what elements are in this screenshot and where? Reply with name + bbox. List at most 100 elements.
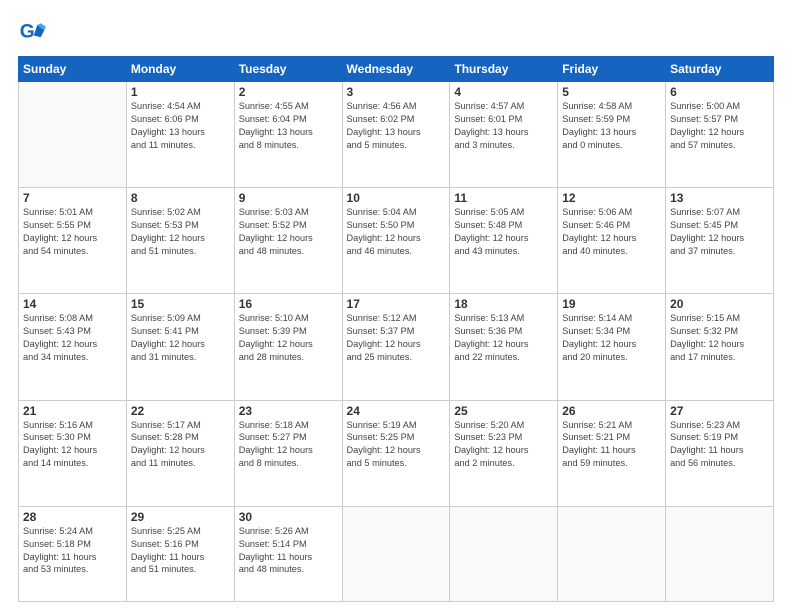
calendar-cell: 28Sunrise: 5:24 AMSunset: 5:18 PMDayligh… — [19, 506, 127, 601]
calendar-cell — [19, 82, 127, 188]
calendar-week-2: 7Sunrise: 5:01 AMSunset: 5:55 PMDaylight… — [19, 188, 774, 294]
day-info: Sunrise: 5:10 AMSunset: 5:39 PMDaylight:… — [239, 312, 338, 364]
calendar-cell: 5Sunrise: 4:58 AMSunset: 5:59 PMDaylight… — [558, 82, 666, 188]
calendar-cell: 11Sunrise: 5:05 AMSunset: 5:48 PMDayligh… — [450, 188, 558, 294]
day-info: Sunrise: 5:01 AMSunset: 5:55 PMDaylight:… — [23, 206, 122, 258]
day-info: Sunrise: 5:13 AMSunset: 5:36 PMDaylight:… — [454, 312, 553, 364]
day-number: 13 — [670, 191, 769, 205]
weekday-header-thursday: Thursday — [450, 57, 558, 82]
calendar-cell: 12Sunrise: 5:06 AMSunset: 5:46 PMDayligh… — [558, 188, 666, 294]
day-info: Sunrise: 5:15 AMSunset: 5:32 PMDaylight:… — [670, 312, 769, 364]
day-number: 7 — [23, 191, 122, 205]
day-info: Sunrise: 5:12 AMSunset: 5:37 PMDaylight:… — [347, 312, 446, 364]
day-info: Sunrise: 5:09 AMSunset: 5:41 PMDaylight:… — [131, 312, 230, 364]
calendar-cell: 18Sunrise: 5:13 AMSunset: 5:36 PMDayligh… — [450, 294, 558, 400]
calendar-cell: 21Sunrise: 5:16 AMSunset: 5:30 PMDayligh… — [19, 400, 127, 506]
calendar-cell — [450, 506, 558, 601]
day-number: 9 — [239, 191, 338, 205]
day-number: 23 — [239, 404, 338, 418]
weekday-header-monday: Monday — [126, 57, 234, 82]
day-info: Sunrise: 5:14 AMSunset: 5:34 PMDaylight:… — [562, 312, 661, 364]
day-number: 29 — [131, 510, 230, 524]
weekday-header-tuesday: Tuesday — [234, 57, 342, 82]
calendar-cell — [558, 506, 666, 601]
day-info: Sunrise: 4:56 AMSunset: 6:02 PMDaylight:… — [347, 100, 446, 152]
calendar-week-1: 1Sunrise: 4:54 AMSunset: 6:06 PMDaylight… — [19, 82, 774, 188]
day-info: Sunrise: 5:02 AMSunset: 5:53 PMDaylight:… — [131, 206, 230, 258]
calendar-cell — [342, 506, 450, 601]
day-number: 10 — [347, 191, 446, 205]
logo: G — [18, 18, 50, 46]
day-info: Sunrise: 5:17 AMSunset: 5:28 PMDaylight:… — [131, 419, 230, 471]
day-number: 16 — [239, 297, 338, 311]
day-number: 12 — [562, 191, 661, 205]
day-number: 27 — [670, 404, 769, 418]
day-number: 18 — [454, 297, 553, 311]
day-number: 8 — [131, 191, 230, 205]
day-number: 4 — [454, 85, 553, 99]
day-number: 6 — [670, 85, 769, 99]
day-number: 28 — [23, 510, 122, 524]
day-number: 15 — [131, 297, 230, 311]
day-info: Sunrise: 5:18 AMSunset: 5:27 PMDaylight:… — [239, 419, 338, 471]
svg-text:G: G — [20, 21, 35, 42]
calendar-cell: 10Sunrise: 5:04 AMSunset: 5:50 PMDayligh… — [342, 188, 450, 294]
calendar-cell: 15Sunrise: 5:09 AMSunset: 5:41 PMDayligh… — [126, 294, 234, 400]
day-number: 30 — [239, 510, 338, 524]
day-number: 3 — [347, 85, 446, 99]
day-info: Sunrise: 5:04 AMSunset: 5:50 PMDaylight:… — [347, 206, 446, 258]
calendar-cell: 14Sunrise: 5:08 AMSunset: 5:43 PMDayligh… — [19, 294, 127, 400]
weekday-header-friday: Friday — [558, 57, 666, 82]
weekday-header-sunday: Sunday — [19, 57, 127, 82]
header: G — [18, 18, 774, 46]
calendar-cell: 24Sunrise: 5:19 AMSunset: 5:25 PMDayligh… — [342, 400, 450, 506]
calendar-week-3: 14Sunrise: 5:08 AMSunset: 5:43 PMDayligh… — [19, 294, 774, 400]
calendar-cell: 1Sunrise: 4:54 AMSunset: 6:06 PMDaylight… — [126, 82, 234, 188]
day-number: 19 — [562, 297, 661, 311]
calendar-cell: 16Sunrise: 5:10 AMSunset: 5:39 PMDayligh… — [234, 294, 342, 400]
day-info: Sunrise: 5:06 AMSunset: 5:46 PMDaylight:… — [562, 206, 661, 258]
weekday-header-saturday: Saturday — [666, 57, 774, 82]
calendar-cell: 6Sunrise: 5:00 AMSunset: 5:57 PMDaylight… — [666, 82, 774, 188]
calendar-cell: 17Sunrise: 5:12 AMSunset: 5:37 PMDayligh… — [342, 294, 450, 400]
calendar-cell: 27Sunrise: 5:23 AMSunset: 5:19 PMDayligh… — [666, 400, 774, 506]
calendar-cell: 23Sunrise: 5:18 AMSunset: 5:27 PMDayligh… — [234, 400, 342, 506]
day-number: 5 — [562, 85, 661, 99]
weekday-header-wednesday: Wednesday — [342, 57, 450, 82]
calendar-cell: 9Sunrise: 5:03 AMSunset: 5:52 PMDaylight… — [234, 188, 342, 294]
calendar-week-4: 21Sunrise: 5:16 AMSunset: 5:30 PMDayligh… — [19, 400, 774, 506]
day-info: Sunrise: 5:07 AMSunset: 5:45 PMDaylight:… — [670, 206, 769, 258]
calendar-cell: 26Sunrise: 5:21 AMSunset: 5:21 PMDayligh… — [558, 400, 666, 506]
day-number: 24 — [347, 404, 446, 418]
calendar-table: SundayMondayTuesdayWednesdayThursdayFrid… — [18, 56, 774, 602]
weekday-header-row: SundayMondayTuesdayWednesdayThursdayFrid… — [19, 57, 774, 82]
calendar-cell: 7Sunrise: 5:01 AMSunset: 5:55 PMDaylight… — [19, 188, 127, 294]
day-info: Sunrise: 5:20 AMSunset: 5:23 PMDaylight:… — [454, 419, 553, 471]
calendar-cell — [666, 506, 774, 601]
day-info: Sunrise: 5:08 AMSunset: 5:43 PMDaylight:… — [23, 312, 122, 364]
day-number: 21 — [23, 404, 122, 418]
day-info: Sunrise: 4:55 AMSunset: 6:04 PMDaylight:… — [239, 100, 338, 152]
day-number: 2 — [239, 85, 338, 99]
calendar-cell: 20Sunrise: 5:15 AMSunset: 5:32 PMDayligh… — [666, 294, 774, 400]
day-number: 20 — [670, 297, 769, 311]
calendar-cell: 30Sunrise: 5:26 AMSunset: 5:14 PMDayligh… — [234, 506, 342, 601]
day-info: Sunrise: 5:05 AMSunset: 5:48 PMDaylight:… — [454, 206, 553, 258]
day-info: Sunrise: 4:58 AMSunset: 5:59 PMDaylight:… — [562, 100, 661, 152]
calendar-cell: 29Sunrise: 5:25 AMSunset: 5:16 PMDayligh… — [126, 506, 234, 601]
day-number: 14 — [23, 297, 122, 311]
day-info: Sunrise: 5:00 AMSunset: 5:57 PMDaylight:… — [670, 100, 769, 152]
calendar-cell: 13Sunrise: 5:07 AMSunset: 5:45 PMDayligh… — [666, 188, 774, 294]
calendar-cell: 25Sunrise: 5:20 AMSunset: 5:23 PMDayligh… — [450, 400, 558, 506]
day-info: Sunrise: 5:03 AMSunset: 5:52 PMDaylight:… — [239, 206, 338, 258]
day-number: 26 — [562, 404, 661, 418]
day-info: Sunrise: 5:19 AMSunset: 5:25 PMDaylight:… — [347, 419, 446, 471]
day-info: Sunrise: 5:25 AMSunset: 5:16 PMDaylight:… — [131, 525, 230, 577]
calendar-cell: 3Sunrise: 4:56 AMSunset: 6:02 PMDaylight… — [342, 82, 450, 188]
day-info: Sunrise: 5:16 AMSunset: 5:30 PMDaylight:… — [23, 419, 122, 471]
page: G SundayMondayTuesdayWednesdayThursdayFr… — [0, 0, 792, 612]
calendar-week-5: 28Sunrise: 5:24 AMSunset: 5:18 PMDayligh… — [19, 506, 774, 601]
day-info: Sunrise: 5:21 AMSunset: 5:21 PMDaylight:… — [562, 419, 661, 471]
calendar-cell: 19Sunrise: 5:14 AMSunset: 5:34 PMDayligh… — [558, 294, 666, 400]
day-info: Sunrise: 5:24 AMSunset: 5:18 PMDaylight:… — [23, 525, 122, 577]
